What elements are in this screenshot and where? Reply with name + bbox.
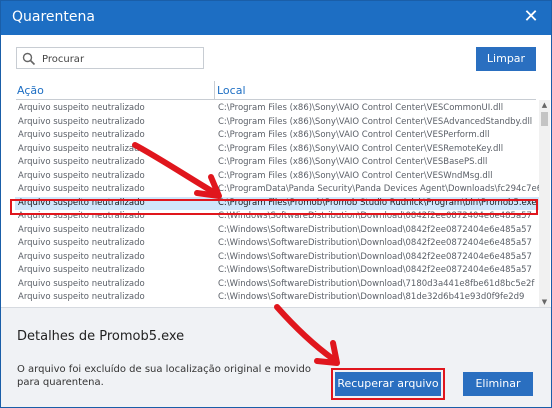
row-action-cell: Arquivo suspeito neutralizado — [18, 265, 145, 275]
table-row[interactable]: Arquivo suspeito neutralizado C:\Windows\… — [15, 210, 539, 223]
row-location-cell: C:\Program Files (x86)\Sony\VAIO Control… — [218, 143, 504, 154]
row-action-cell: Arquivo suspeito neutralizado — [18, 170, 145, 181]
recover-file-button[interactable]: Recuperar arquivo — [335, 372, 441, 396]
row-action-cell: Arquivo suspeito neutralizado — [18, 197, 145, 208]
vertical-scrollbar[interactable]: ▲ ▼ — [539, 100, 550, 307]
table-row[interactable]: Arquivo suspeito neutralizado C:\ProgramD… — [15, 183, 539, 196]
row-action-cell: Arquivo suspeito neutralizado — [18, 211, 145, 221]
window-title: Quarentena — [12, 9, 95, 25]
search-icon — [22, 52, 36, 66]
clear-button[interactable]: Limpar — [476, 47, 536, 71]
row-action-cell: Arquivo suspeito neutralizado — [18, 157, 145, 167]
search-box[interactable] — [16, 47, 204, 69]
scroll-down-icon[interactable]: ▼ — [539, 297, 550, 307]
details-description: O arquivo foi excluído de sua localizaçã… — [17, 364, 311, 388]
table-row[interactable]: Arquivo suspeito neutralizado C:\Program … — [15, 116, 539, 129]
table-row[interactable]: Arquivo suspeito neutralizado C:\Windows\… — [15, 224, 539, 237]
title-bar: Quarentena ✕ — [1, 1, 551, 35]
row-location-cell: C:\Windows\SoftwareDistribution\Download… — [218, 251, 532, 262]
quarantine-list-panel: Limpar Ação Local Arquivo suspeito neutr… — [1, 35, 551, 307]
table-row[interactable]: Arquivo suspeito neutralizado C:\Program … — [15, 102, 539, 115]
row-location-cell: C:\Program Files\Promob\Promob Studio Ru… — [218, 197, 537, 208]
close-icon[interactable]: ✕ — [521, 7, 541, 27]
table-row-selected[interactable]: Arquivo suspeito neutralizado C:\Program … — [15, 196, 539, 210]
table-row[interactable]: Arquivo suspeito neutralizado C:\Program … — [15, 143, 539, 156]
row-location-cell: C:\ProgramData\Panda Security\Panda Devi… — [218, 184, 539, 194]
details-panel: Detalhes de Promob5.exe O arquivo foi ex… — [1, 307, 551, 407]
row-location-cell: C:\Program Files (x86)\Sony\VAIO Control… — [218, 130, 490, 140]
column-divider[interactable] — [214, 81, 215, 99]
row-action-cell: Arquivo suspeito neutralizado — [18, 278, 145, 289]
column-header-action[interactable]: Ação — [17, 84, 44, 97]
details-title: Detalhes de Promob5.exe — [17, 329, 185, 344]
row-action-cell: Arquivo suspeito neutralizado — [18, 251, 145, 262]
row-action-cell: Arquivo suspeito neutralizado — [18, 116, 145, 127]
delete-button[interactable]: Eliminar — [463, 372, 533, 396]
row-location-cell: C:\Windows\SoftwareDistribution\Download… — [218, 278, 535, 289]
row-location-cell: C:\Windows\SoftwareDistribution\Download… — [218, 211, 532, 221]
table-row[interactable]: Arquivo suspeito neutralizado C:\Windows\… — [15, 264, 539, 277]
search-input[interactable] — [40, 50, 202, 68]
row-location-cell: C:\Program Files (x86)\Sony\VAIO Control… — [218, 157, 488, 167]
table-row[interactable]: Arquivo suspeito neutralizado C:\Windows\… — [15, 278, 539, 291]
column-header-location[interactable]: Local — [217, 84, 246, 97]
row-location-cell: C:\Windows\SoftwareDistribution\Download… — [218, 238, 532, 248]
row-action-cell: Arquivo suspeito neutralizado — [18, 143, 145, 154]
table-row[interactable]: Arquivo suspeito neutralizado C:\Windows\… — [15, 291, 539, 304]
row-location-cell: C:\Windows\SoftwareDistribution\Download… — [218, 224, 532, 235]
quarantine-table: Arquivo suspeito neutralizado C:\Program … — [1, 100, 539, 307]
row-location-cell: C:\Program Files (x86)\Sony\VAIO Control… — [218, 103, 504, 113]
table-row[interactable]: Arquivo suspeito neutralizado C:\Program … — [15, 170, 539, 183]
scroll-up-icon[interactable]: ▲ — [539, 100, 550, 110]
scroll-thumb[interactable] — [541, 112, 548, 126]
row-location-cell: C:\Windows\SoftwareDistribution\Download… — [218, 265, 532, 275]
row-location-cell: C:\Program Files (x86)\Sony\VAIO Control… — [218, 116, 533, 127]
table-row[interactable]: Arquivo suspeito neutralizado C:\Program … — [15, 156, 539, 169]
row-action-cell: Arquivo suspeito neutralizado — [18, 184, 145, 194]
row-action-cell: Arquivo suspeito neutralizado — [18, 103, 145, 113]
row-location-cell: C:\Program Files (x86)\Sony\VAIO Control… — [218, 170, 493, 181]
row-location-cell: C:\Windows\SoftwareDistribution\Download… — [218, 292, 525, 302]
row-action-cell: Arquivo suspeito neutralizado — [18, 224, 145, 235]
row-action-cell: Arquivo suspeito neutralizado — [18, 292, 145, 302]
row-action-cell: Arquivo suspeito neutralizado — [18, 130, 145, 140]
quarantine-window: Quarentena ✕ Limpar Ação Local Arquivo s… — [0, 0, 552, 408]
table-row[interactable]: Arquivo suspeito neutralizado C:\Windows\… — [15, 237, 539, 250]
row-action-cell: Arquivo suspeito neutralizado — [18, 238, 145, 248]
table-row[interactable]: Arquivo suspeito neutralizado C:\Windows\… — [15, 251, 539, 264]
table-row[interactable]: Arquivo suspeito neutralizado C:\Program … — [15, 129, 539, 142]
